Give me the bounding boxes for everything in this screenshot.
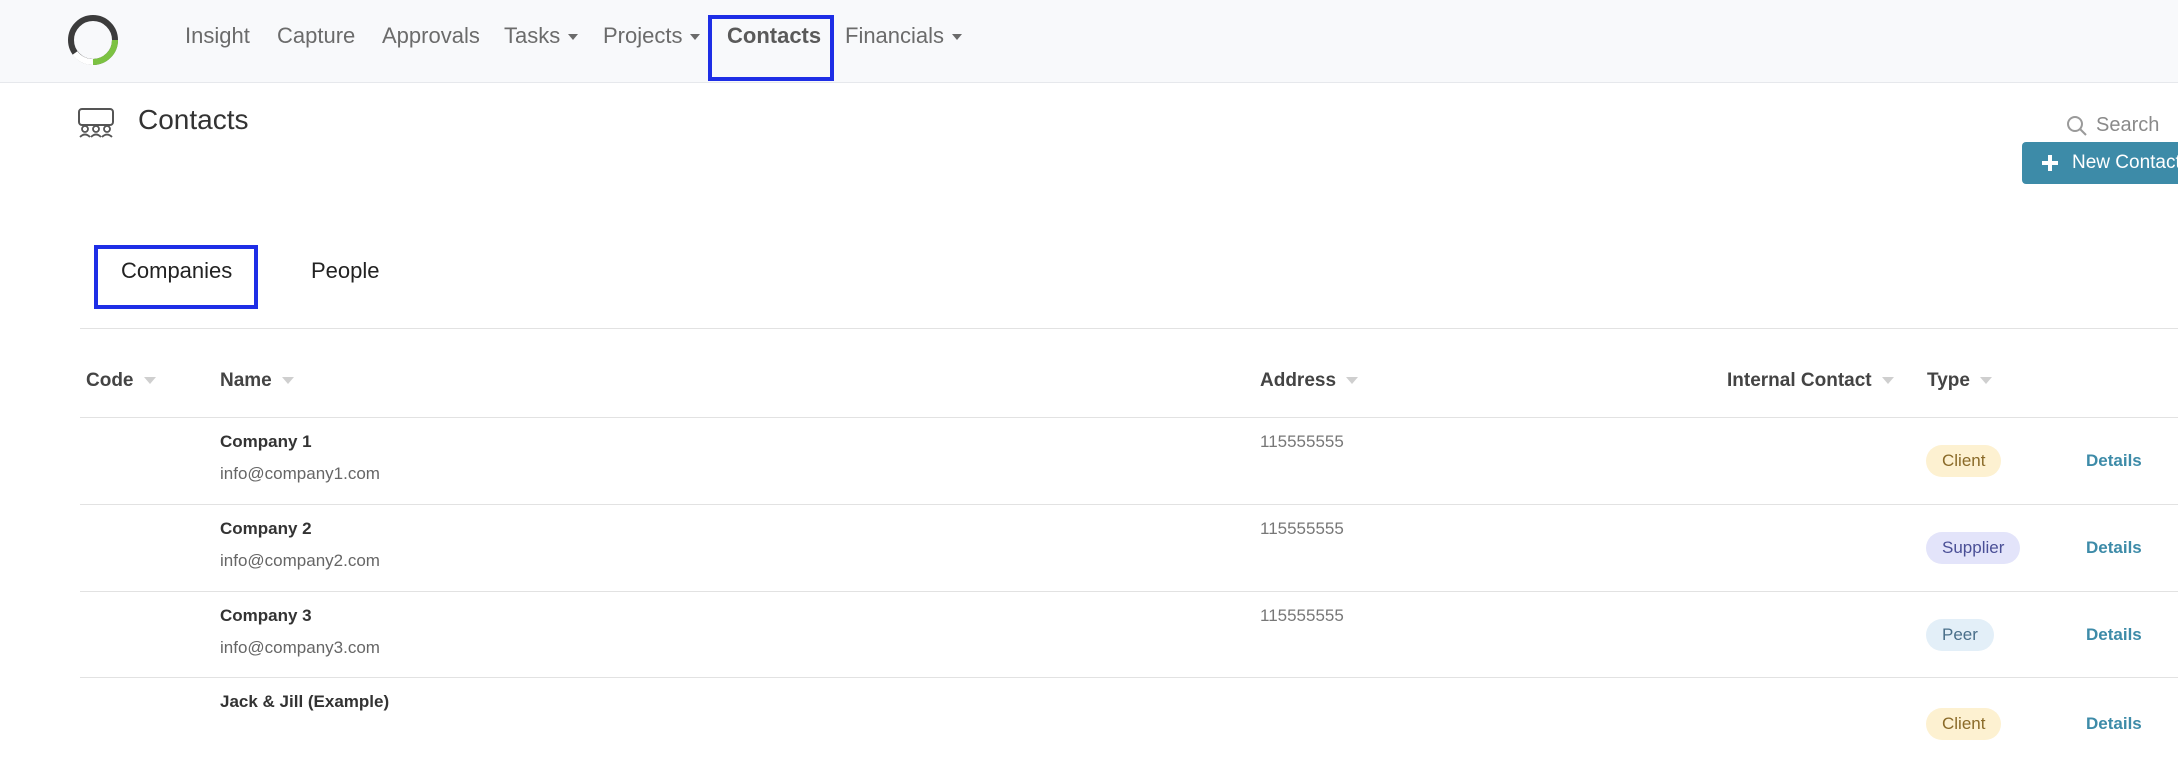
table-row[interactable]: Jack & Jill (Example) Client Details [80, 677, 2178, 771]
sort-icon [143, 377, 156, 385]
company-email: info@company1.com [220, 464, 380, 483]
tabs-divider [80, 328, 2178, 329]
company-name: Company 2 [220, 519, 312, 538]
page-title: Contacts [138, 104, 249, 135]
type-badge-client: Client [1926, 708, 2002, 740]
search-label: Search [2096, 114, 2160, 136]
column-header-internal-contact[interactable]: Internal Contact [1727, 370, 1894, 392]
company-address: 115555555 [1260, 606, 1344, 625]
new-contact-button[interactable]: New Contact [2022, 142, 2178, 184]
nav-capture[interactable]: Capture [277, 18, 355, 54]
column-header-address[interactable]: Address [1260, 370, 1359, 392]
chevron-down-icon [690, 34, 701, 41]
table-row[interactable]: Company 2 info@company2.com 115555555 Su… [80, 504, 2178, 591]
company-name: Company 1 [220, 432, 312, 451]
column-header-address-label: Address [1260, 370, 1337, 391]
nav-projects[interactable]: Projects [603, 18, 701, 54]
details-link[interactable]: Details [2086, 451, 2142, 471]
chevron-down-icon [952, 34, 963, 41]
sort-icon [1346, 377, 1359, 385]
top-navbar: Insight Capture Approvals Tasks Projects… [0, 0, 2178, 83]
column-header-name-label: Name [220, 370, 272, 391]
nav-financials[interactable]: Financials [845, 18, 963, 54]
sort-icon [1979, 377, 1992, 385]
table-row[interactable]: Company 3 info@company3.com 115555555 Pe… [80, 591, 2178, 678]
search-toggle[interactable]: Search [2066, 110, 2159, 140]
details-link[interactable]: Details [2086, 538, 2142, 558]
tab-companies-highlight [94, 245, 258, 309]
type-badge-peer: Peer [1926, 619, 1994, 651]
details-link[interactable]: Details [2086, 714, 2142, 734]
column-header-internal-contact-label: Internal Contact [1727, 370, 1872, 391]
company-email: info@company3.com [220, 638, 380, 657]
nav-insight[interactable]: Insight [185, 18, 250, 54]
type-badge-supplier: Supplier [1926, 532, 2021, 564]
people-group-icon [78, 108, 114, 138]
company-email: info@company2.com [220, 551, 380, 570]
nav-contacts-highlight [708, 15, 834, 81]
company-address: 115555555 [1260, 432, 1344, 451]
tab-people[interactable]: People [311, 258, 380, 284]
column-header-type[interactable]: Type [1927, 370, 1992, 392]
column-header-code-label: Code [86, 370, 134, 391]
column-header-name[interactable]: Name [220, 370, 294, 392]
nav-approvals[interactable]: Approvals [382, 18, 480, 54]
ring-logo-icon[interactable] [66, 13, 120, 67]
new-contact-label: New Contact [2072, 152, 2178, 173]
plus-icon [2042, 155, 2058, 171]
nav-tasks-label: Tasks [504, 23, 561, 48]
details-link[interactable]: Details [2086, 625, 2142, 645]
type-badge-client: Client [1926, 445, 2002, 477]
table-row[interactable]: Company 1 info@company1.com 115555555 Cl… [80, 417, 2178, 504]
company-address: 115555555 [1260, 519, 1344, 538]
sort-icon [1881, 377, 1894, 385]
nav-projects-label: Projects [603, 23, 683, 48]
company-name: Jack & Jill (Example) [220, 692, 390, 711]
search-icon [2067, 115, 2087, 136]
nav-financials-label: Financials [845, 23, 945, 48]
nav-tasks[interactable]: Tasks [504, 18, 579, 54]
chevron-down-icon [568, 34, 579, 41]
column-header-type-label: Type [1927, 370, 1970, 391]
column-header-code[interactable]: Code [86, 370, 156, 392]
sort-icon [281, 377, 294, 385]
company-name: Company 3 [220, 606, 312, 625]
